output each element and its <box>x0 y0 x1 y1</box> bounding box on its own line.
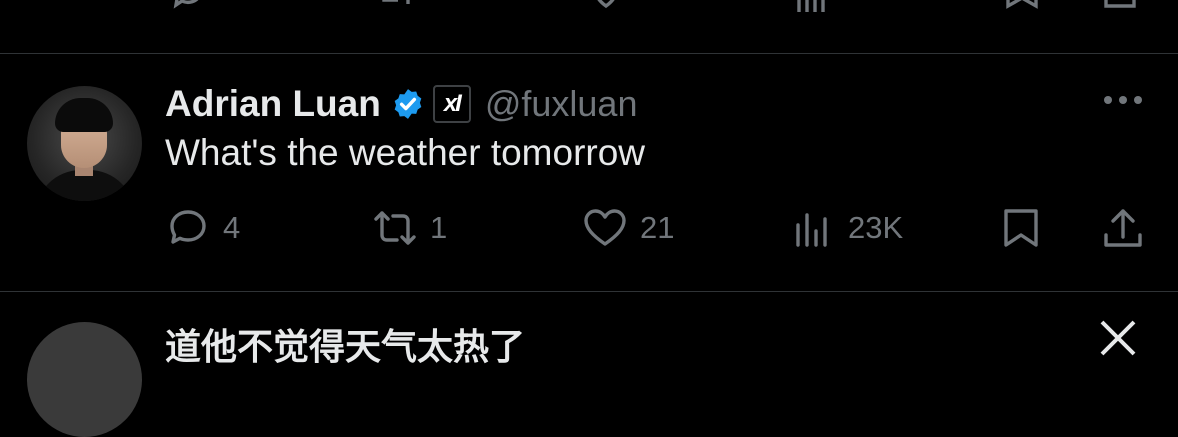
next-tweet-avatar[interactable] <box>27 322 142 437</box>
reply-button[interactable]: 4 <box>165 204 240 252</box>
more-options-icon[interactable] <box>1104 96 1142 104</box>
like-button[interactable]: 21 <box>582 204 674 252</box>
previous-tweet-actions <box>0 0 1178 12</box>
bookmark-icon[interactable] <box>1004 0 1040 17</box>
view-count: 23K <box>848 210 904 245</box>
reply-icon <box>170 210 206 244</box>
repost-icon[interactable] <box>378 0 414 17</box>
tweet-divider <box>0 53 1178 54</box>
author-name[interactable]: Adrian Luan <box>165 83 381 125</box>
reply-count: 4 <box>223 210 241 245</box>
avatar[interactable] <box>27 86 142 201</box>
views-icon <box>796 213 827 247</box>
affiliation-badge[interactable]: xI <box>432 85 471 123</box>
like-icon[interactable] <box>588 0 624 17</box>
like-count: 21 <box>640 210 675 245</box>
views-button[interactable]: 23K <box>790 204 903 252</box>
repost-icon <box>374 211 416 245</box>
reply-icon[interactable] <box>170 0 206 17</box>
bookmark-button[interactable] <box>998 204 1044 252</box>
repost-count: 1 <box>430 210 448 245</box>
share-icon <box>1104 209 1142 247</box>
author-handle[interactable]: @fuxluan <box>485 83 638 125</box>
share-icon[interactable] <box>1102 0 1138 17</box>
tweet-header: Adrian Luan xI @fuxluan <box>165 80 637 128</box>
tweet-text: What's the weather tomorrow <box>165 132 646 173</box>
repost-button[interactable]: 1 <box>372 204 447 252</box>
close-icon[interactable] <box>1098 318 1138 358</box>
tweet-divider <box>0 291 1178 292</box>
like-icon <box>584 209 626 246</box>
bookmark-icon <box>1004 209 1038 247</box>
share-button[interactable] <box>1100 204 1146 252</box>
views-icon[interactable] <box>795 0 831 17</box>
verified-badge-icon <box>394 89 422 119</box>
next-tweet-text: 道他不觉得天气太热了 <box>165 326 526 367</box>
